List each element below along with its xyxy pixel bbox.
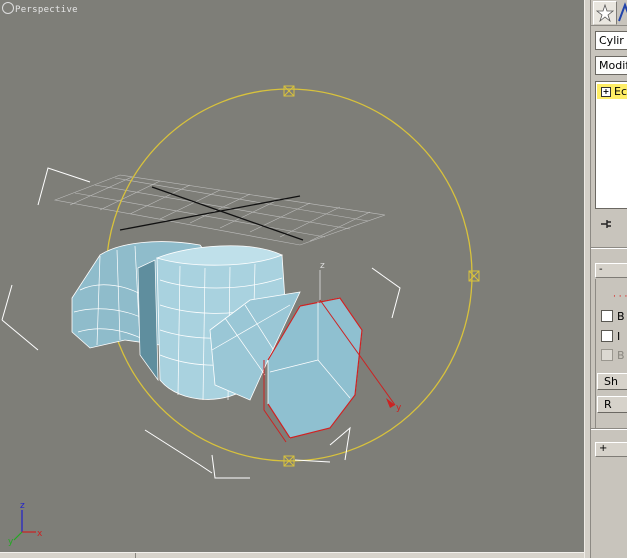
modifier-stack[interactable]: + Ec: [595, 81, 627, 209]
panel-tabs: [591, 0, 627, 26]
checkbox-3-label: B: [617, 349, 625, 362]
ring-button[interactable]: R: [597, 396, 627, 413]
checkbox-1-label: B: [617, 310, 625, 323]
checkbox-2-label: I: [617, 330, 621, 343]
viewport-scene: z y z x y: [1, 85, 480, 547]
checkbox-1[interactable]: [601, 310, 613, 322]
checkbox-row-2[interactable]: I: [601, 330, 620, 343]
tripod-y-label: y: [8, 537, 14, 547]
tripod-x-label: x: [37, 529, 43, 539]
create-icon: [595, 3, 615, 23]
perspective-viewport[interactable]: z y z x y Perspective: [0, 0, 584, 558]
checkbox-3: [601, 349, 613, 361]
checkbox-row-1[interactable]: B: [601, 310, 625, 323]
viewport-label[interactable]: Perspective: [2, 2, 78, 15]
tab-modify[interactable]: [617, 1, 627, 23]
checkbox-row-3: B: [601, 349, 625, 362]
panel-splitter[interactable]: [585, 0, 591, 558]
stack-item-edit-mesh[interactable]: + Ec: [597, 84, 627, 99]
rollout-selection-header[interactable]: -: [595, 263, 627, 278]
tab-create[interactable]: [593, 1, 617, 25]
checkbox-2[interactable]: [601, 330, 613, 342]
expand-icon[interactable]: +: [601, 87, 611, 97]
tripod-z-label: z: [20, 501, 25, 511]
gizmo-x-label: y: [396, 403, 402, 413]
bottom-bar-separator: [135, 553, 136, 558]
command-panel: Cylir Modifi + Ec - · · · B I B Sh R +: [584, 0, 627, 558]
viewport-label-text: Perspective: [15, 5, 78, 15]
cylinder-mesh[interactable]: [71, 241, 363, 443]
viewport-menu-icon[interactable]: [2, 2, 14, 14]
grid-axes: [119, 186, 304, 241]
panel-separator-2: [591, 428, 627, 430]
gizmo-z-label: z: [320, 261, 325, 271]
shrink-button[interactable]: Sh: [597, 373, 627, 390]
object-name-field[interactable]: Cylir: [595, 31, 627, 50]
pin-stack-icon[interactable]: [599, 217, 613, 231]
rollout-soft-selection-header[interactable]: +: [595, 442, 627, 457]
axis-tripod: z x y: [8, 501, 43, 547]
max-window: z y z x y Perspective Cylir Modi + Ec - …: [0, 0, 627, 558]
panel-separator: [591, 247, 627, 249]
modifier-list-dropdown[interactable]: Modifi: [595, 56, 627, 75]
home-grid: [53, 174, 386, 246]
viewport-bottom-bar: [0, 552, 584, 558]
stack-item-label: Ec: [614, 85, 627, 98]
modify-icon: [618, 2, 627, 22]
